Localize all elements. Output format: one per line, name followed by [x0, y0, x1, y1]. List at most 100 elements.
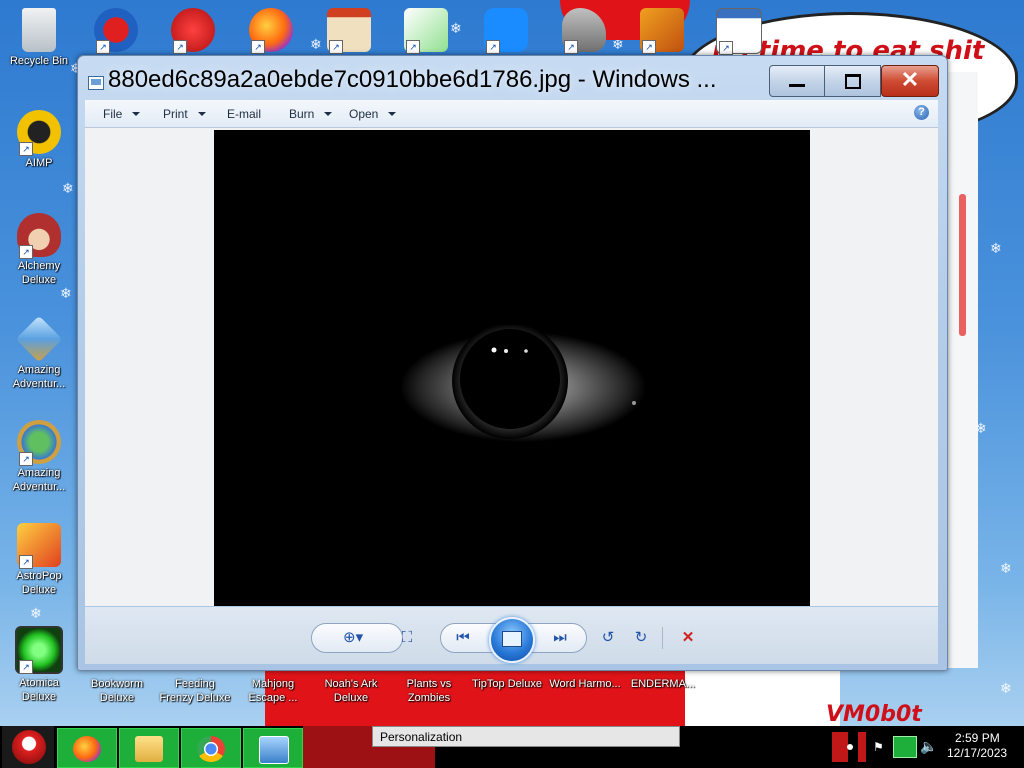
window-title: 880ed6c89a2a0ebde7c0910bbe6d1786.jpg - W…	[108, 66, 717, 93]
astropop-icon: ↗	[17, 523, 61, 569]
desktop-icon-word-harmony[interactable]: Word Harmo...	[549, 677, 621, 691]
next-icon: ⏭	[553, 629, 567, 646]
desktop-icon-astropop-deluxe[interactable]: ↗ AstroPop Deluxe	[3, 523, 75, 597]
snowflake: ❄	[30, 605, 42, 621]
desktop-icon-enderman[interactable]: ENDERMA...	[627, 677, 699, 691]
displayed-photo	[214, 130, 810, 606]
desktop-icon-label: Feeding Frenzy Deluxe	[159, 678, 231, 704]
menu-print[interactable]: Print	[163, 107, 206, 121]
snowflake: ❄	[62, 180, 74, 196]
desktop-icon-amazing-adventures-1[interactable]: Amazing Adventur...	[3, 315, 75, 391]
desktop-icon-alchemy-deluxe[interactable]: ↗ Alchemy Deluxe	[3, 213, 75, 287]
desktop-icon-tiptop-deluxe[interactable]: TipTop Deluxe	[471, 677, 543, 691]
desktop-icon-top-9[interactable]: ↗	[703, 8, 775, 56]
gem-icon	[15, 315, 63, 363]
title-bar[interactable]: 880ed6c89a2a0ebde7c0910bbe6d1786.jpg - W…	[78, 56, 947, 98]
shortcut-arrow-icon: ↗	[19, 245, 33, 259]
desktop-icon-label: Amazing Adventur...	[12, 364, 66, 390]
menu-file[interactable]: File	[103, 107, 141, 121]
snowflake: ❄	[60, 285, 72, 301]
desktop-icon-top-7[interactable]: ↗	[548, 8, 620, 54]
rotate-clockwise-button[interactable]: ↻	[631, 629, 651, 647]
chevron-down-icon	[324, 112, 333, 116]
desktop-icon-label: Amazing Adventur...	[12, 467, 66, 493]
menu-burn[interactable]: Burn	[289, 107, 333, 121]
taskbar-explorer-button[interactable]	[119, 728, 179, 768]
taskbar-firefox-button[interactable]	[57, 728, 117, 768]
taskbar-chrome-button[interactable]	[181, 728, 241, 768]
desktop-icon-recycle-bin[interactable]: Recycle Bin	[3, 8, 75, 68]
clock-date[interactable]: 12/17/2023	[947, 746, 1007, 760]
next-button[interactable]: ⏭	[550, 629, 570, 647]
delete-button[interactable]: ✕	[678, 629, 698, 647]
viewer-control-bar: ⊕▾ ⛶ ⏮ ⏭ ↺ ↻ ✕	[85, 607, 938, 664]
shortcut-arrow-icon: ↗	[19, 555, 33, 569]
network-icon[interactable]	[893, 736, 917, 758]
blocks-icon: ↗	[640, 8, 684, 54]
desktop-icon-feeding-frenzy-deluxe[interactable]: Feeding Frenzy Deluxe	[159, 677, 231, 705]
minimize-button[interactable]	[769, 65, 825, 97]
red-fuzzy-creature-icon: ↗	[171, 8, 215, 54]
clock-time[interactable]: 2:59 PM	[955, 731, 1000, 745]
rotate-counterclockwise-button[interactable]: ↺	[598, 629, 618, 647]
menu-open[interactable]: Open	[349, 107, 397, 121]
number-two-icon: ↗	[94, 8, 138, 54]
desktop-icon-noahs-ark-deluxe[interactable]: Noah's Ark Deluxe	[315, 677, 387, 705]
menu-label: Burn	[289, 107, 315, 121]
shark-icon: ↗	[562, 8, 606, 54]
zoom-button[interactable]: ⊕▾	[343, 629, 363, 647]
snowflake: ❄	[1000, 560, 1012, 576]
action-center-flag-icon[interactable]: ⚑	[873, 740, 887, 754]
desktop-icon-label: Atomica Deluxe	[19, 677, 59, 703]
shortcut-arrow-icon: ↗	[329, 40, 343, 54]
shortcut-arrow-icon: ↗	[19, 452, 33, 466]
previous-button[interactable]: ⏮	[453, 629, 473, 647]
desktop-icon-firefox[interactable]: ↗	[235, 8, 307, 54]
folder-icon	[135, 736, 163, 762]
desktop-icon-amazing-adventures-2[interactable]: ↗ Amazing Adventur...	[3, 420, 75, 494]
maximize-button[interactable]	[824, 65, 881, 97]
desktop-icon-label: AIMP	[25, 157, 53, 169]
torii-gate-icon: ↗	[327, 8, 371, 54]
desktop-icon-top-8[interactable]: ↗	[626, 8, 698, 54]
menu-email[interactable]: E-mail	[227, 107, 261, 121]
maximize-icon	[845, 74, 861, 89]
actual-size-icon: ⛶	[401, 629, 413, 646]
desktop-icon-label: TipTop Deluxe	[472, 678, 542, 690]
desktop-icon-bookworm-deluxe[interactable]: Bookworm Deluxe	[81, 677, 153, 705]
start-button[interactable]	[2, 726, 54, 768]
desktop-icon-top-4[interactable]: ↗	[313, 8, 385, 54]
shortcut-arrow-icon: ↗	[251, 40, 265, 54]
shortcut-arrow-icon: ↗	[719, 41, 733, 55]
desktop-icon-top-1[interactable]: ↗	[80, 8, 152, 54]
aimp-icon: ↗	[17, 110, 61, 156]
tray-dot-icon[interactable]	[847, 744, 853, 750]
toolbar-divider	[662, 627, 663, 649]
taskbar-photo-viewer-button[interactable]	[243, 728, 303, 768]
shortcut-arrow-icon: ↗	[173, 40, 187, 54]
desktop-icon-plants-vs-zombies[interactable]: Plants vs Zombies	[393, 677, 465, 705]
desktop-icon-label: Recycle Bin	[9, 55, 69, 67]
close-button[interactable]: ✕	[881, 65, 939, 97]
image-view-area[interactable]	[85, 128, 938, 606]
wizard-icon: ↗	[17, 213, 61, 259]
desktop-icon-label: Word Harmo...	[549, 678, 621, 690]
photo-viewer-window[interactable]: 880ed6c89a2a0ebde7c0910bbe6d1786.jpg - W…	[77, 55, 948, 671]
tray-red-block	[832, 732, 848, 762]
photo-viewer-icon	[259, 736, 289, 764]
desktop-icon-top-2[interactable]: ↗	[157, 8, 229, 54]
desktop-icon-atomica-deluxe[interactable]: ↗ Atomica Deluxe	[3, 626, 75, 704]
desktop-icon-top-6[interactable]: ↗	[470, 8, 542, 54]
help-icon[interactable]: ?	[914, 105, 929, 120]
chat-bubble-icon: ↗	[484, 8, 528, 54]
slideshow-button[interactable]	[489, 617, 535, 663]
firefox-icon	[73, 736, 101, 762]
actual-size-button[interactable]: ⛶	[397, 629, 417, 647]
shortcut-arrow-icon: ↗	[96, 40, 110, 54]
desktop-icon-top-5[interactable]: ↗	[390, 8, 462, 54]
desktop-icon-label: Plants vs Zombies	[406, 678, 452, 704]
desktop-icon-mahjong-escape[interactable]: Mahjong Escape ...	[237, 677, 309, 705]
desktop-icon-label: ENDERMA...	[630, 678, 696, 690]
desktop-icon-aimp[interactable]: ↗ AIMP	[3, 110, 75, 170]
volume-icon[interactable]: 🔈	[920, 738, 937, 755]
